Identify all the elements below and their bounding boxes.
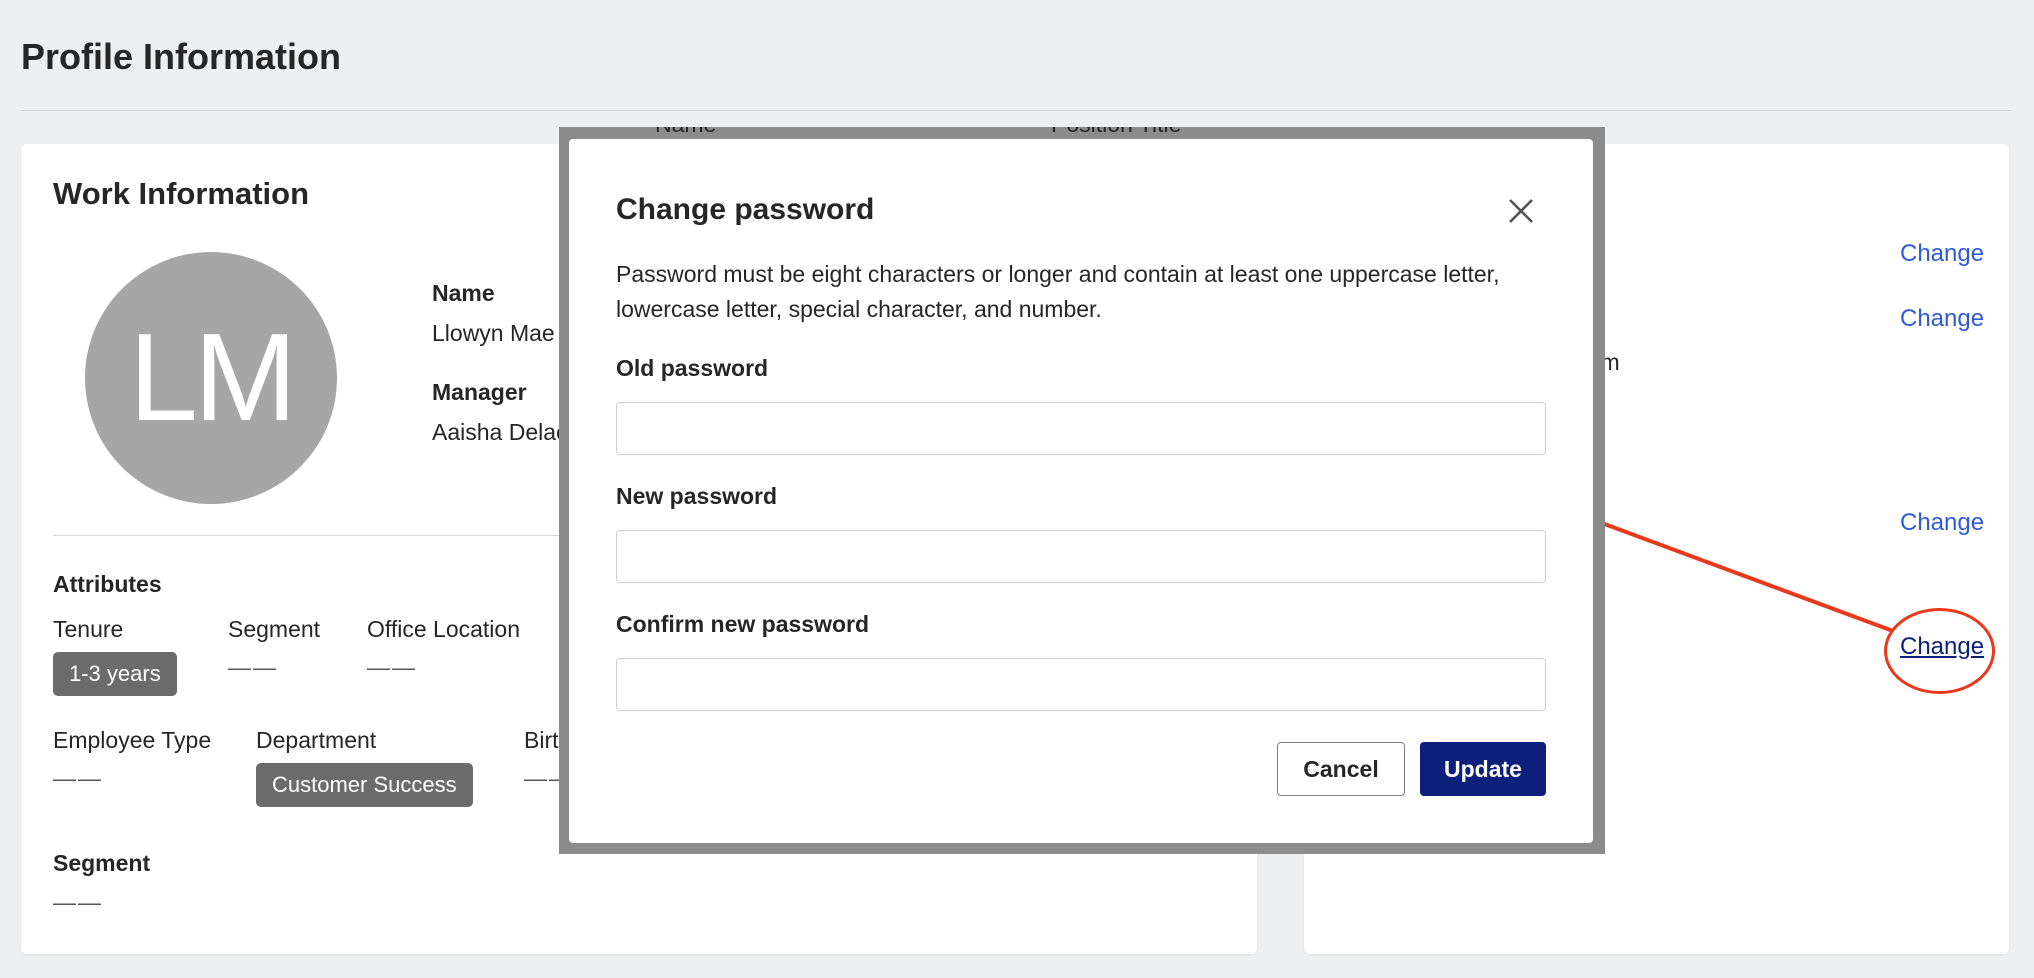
annotation-circle (1884, 608, 1995, 694)
avatar: LM (85, 252, 337, 504)
password-requirements-text: Password must be eight characters or lon… (616, 261, 1500, 322)
work-information-title: Work Information (53, 176, 310, 211)
office-location-label: Office Location (367, 616, 521, 642)
department-label: Department (256, 727, 377, 753)
dialog-title: Change password (616, 193, 875, 226)
table-header-name: Name (655, 127, 716, 138)
confirm-password-label: Confirm new password (616, 611, 870, 637)
update-button[interactable]: Update (1420, 742, 1546, 796)
close-icon[interactable] (1503, 193, 1539, 229)
change-link-1[interactable]: Change (1900, 240, 1984, 268)
birthday-label: Birt (524, 727, 559, 753)
table-header-position: Position Title (1051, 127, 1181, 138)
change-password-dialog: Change password Password must be eight c… (569, 139, 1593, 843)
cancel-button[interactable]: Cancel (1277, 742, 1405, 796)
segment-heading-value: —— (53, 889, 103, 915)
tenure-label: Tenure (53, 616, 124, 642)
confirm-password-input[interactable] (616, 658, 1546, 711)
manager-value[interactable]: Aaisha Delac (432, 419, 568, 446)
office-location-value: —— (367, 654, 417, 680)
employee-type-label: Employee Type (53, 727, 212, 753)
department-chip: Customer Success (256, 763, 473, 807)
manager-label: Manager (432, 379, 527, 405)
new-password-input[interactable] (616, 530, 1546, 583)
old-password-label: Old password (616, 355, 769, 381)
segment-heading: Segment (53, 850, 151, 876)
change-link-3[interactable]: Change (1900, 509, 1984, 537)
segment-value: —— (228, 654, 278, 680)
attributes-heading: Attributes (53, 571, 162, 597)
change-link-2[interactable]: Change (1900, 305, 1984, 333)
tenure-chip: 1-3 years (53, 652, 177, 696)
page-title: Profile Information (21, 36, 342, 77)
name-label: Name (432, 280, 495, 306)
segment-label: Segment (228, 616, 321, 642)
new-password-label: New password (616, 483, 778, 509)
employee-type-value: —— (53, 765, 103, 791)
name-value: Llowyn Mae (432, 320, 555, 346)
old-password-input[interactable] (616, 402, 1546, 455)
title-divider (21, 110, 2011, 111)
